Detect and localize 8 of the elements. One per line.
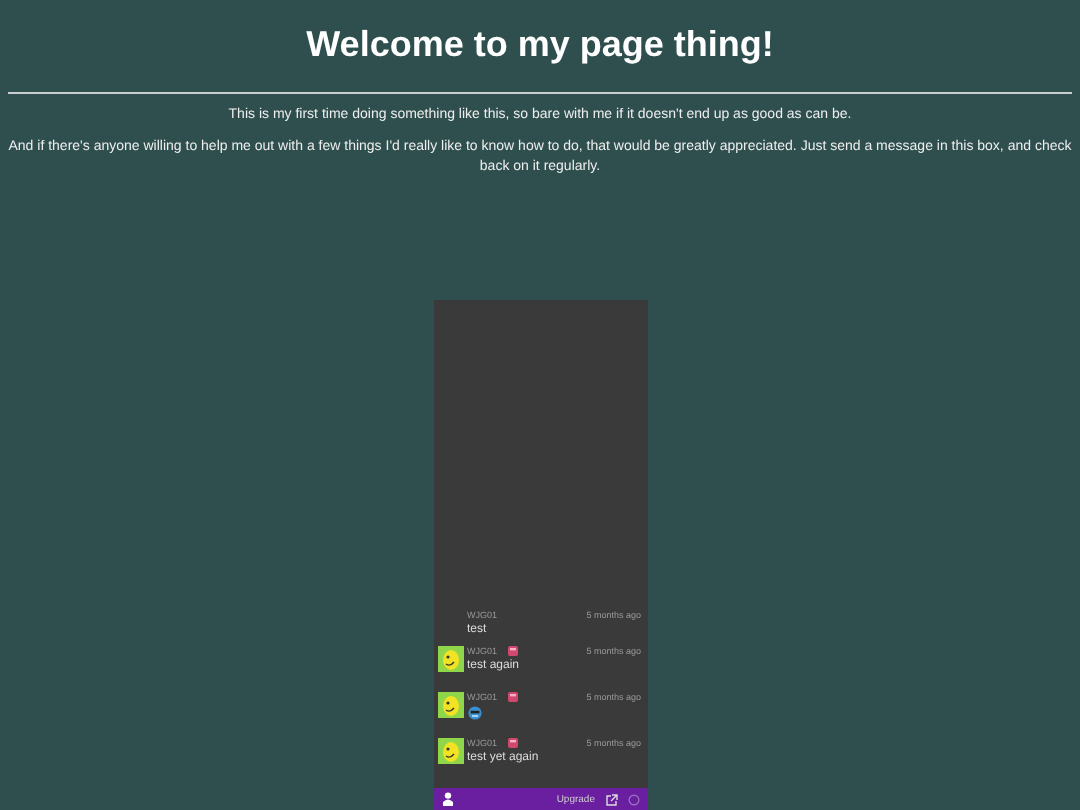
person-icon — [441, 792, 453, 806]
external-link-icon — [605, 793, 617, 805]
badge-icon — [507, 738, 518, 748]
badge-icon — [507, 692, 518, 702]
page-title: Welcome to my page thing! — [306, 24, 774, 66]
emoji-icon — [467, 706, 481, 720]
badge-icon — [507, 646, 518, 656]
circle-icon — [627, 793, 639, 805]
